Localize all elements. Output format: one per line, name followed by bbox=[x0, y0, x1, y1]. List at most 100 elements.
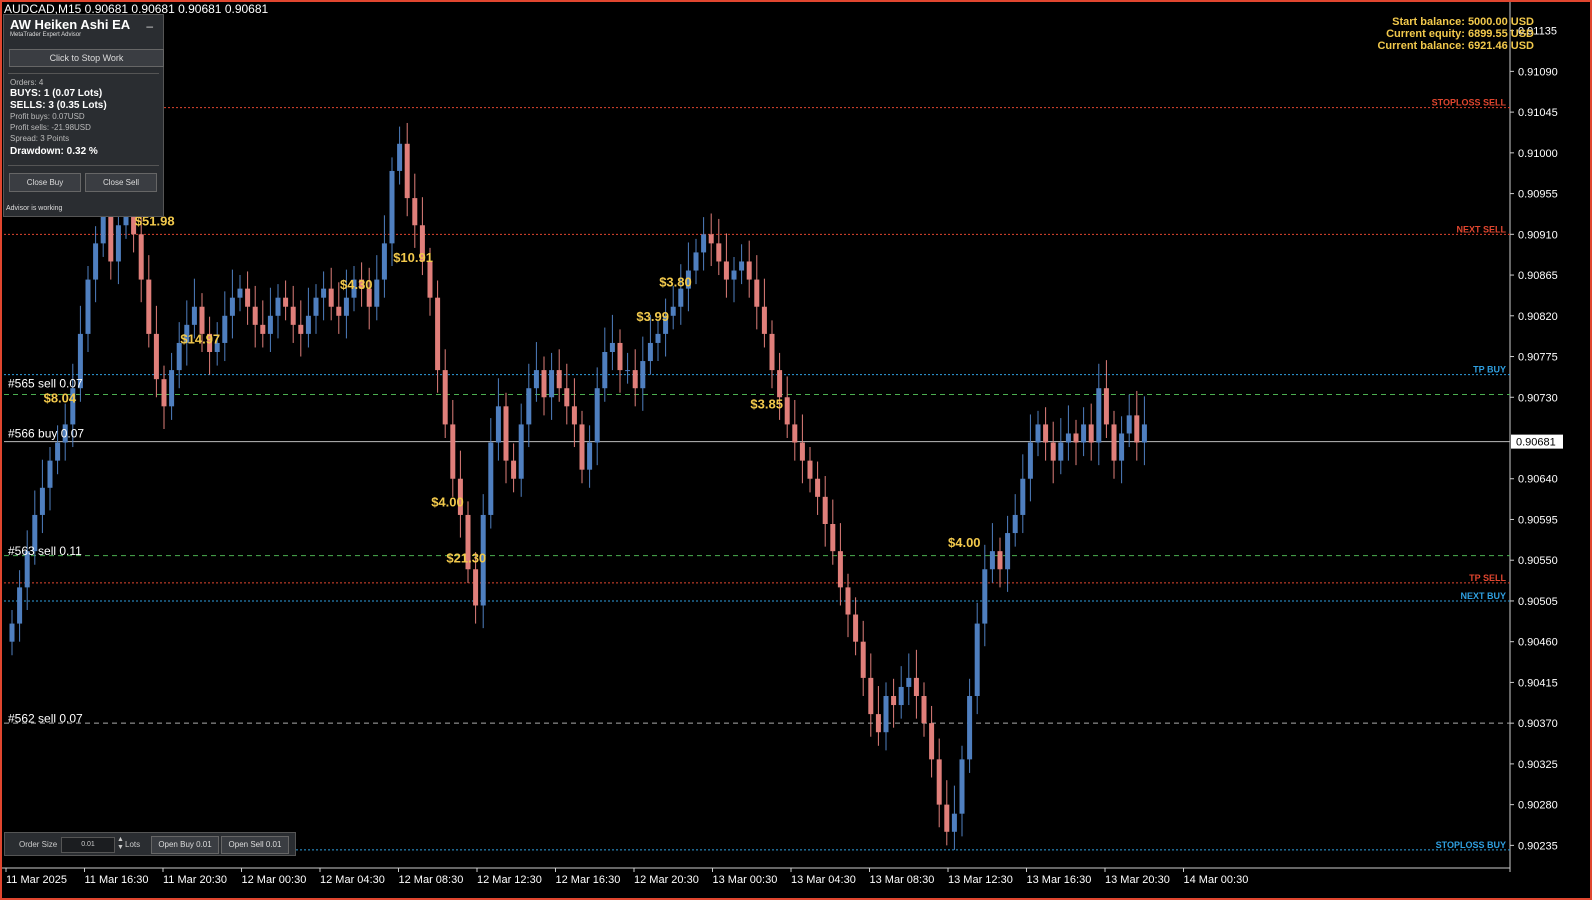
price-tick-label: 0.90640 bbox=[1518, 474, 1558, 486]
close-sell-button[interactable]: Close Sell bbox=[85, 173, 157, 192]
candle-body bbox=[1088, 424, 1094, 443]
candle-body bbox=[602, 352, 608, 389]
lots-stepper-icon[interactable]: ▲ ▼ bbox=[117, 836, 124, 852]
minimize-icon[interactable]: – bbox=[146, 19, 153, 33]
candle-body bbox=[754, 279, 760, 307]
candle-body bbox=[199, 306, 205, 334]
order-label: #565 sell 0.07 bbox=[8, 377, 83, 391]
profit-label: $4.00 bbox=[948, 535, 981, 550]
candle-body bbox=[974, 623, 980, 696]
candle-body bbox=[1141, 424, 1147, 443]
candle-body bbox=[245, 288, 251, 307]
candle-body bbox=[229, 297, 235, 316]
candle-body bbox=[533, 370, 539, 389]
candle-body bbox=[982, 569, 988, 624]
candle-body bbox=[146, 279, 152, 334]
candle-body bbox=[853, 614, 859, 642]
candle-body bbox=[845, 587, 851, 615]
candle-body bbox=[929, 723, 935, 760]
candle-body bbox=[670, 306, 676, 316]
candle-body bbox=[1119, 433, 1125, 461]
price-tick-label: 0.90325 bbox=[1518, 759, 1558, 771]
open-sell-button[interactable]: Open Sell 0.01 bbox=[221, 836, 289, 854]
candle-body bbox=[55, 442, 61, 461]
candle-body bbox=[723, 261, 729, 280]
candle-body bbox=[153, 333, 159, 380]
candle-body bbox=[587, 442, 593, 470]
candle-body bbox=[336, 306, 342, 316]
profit-buys: Profit buys: 0.07USD bbox=[10, 112, 85, 121]
candle-body bbox=[1081, 424, 1087, 443]
candle-body bbox=[397, 143, 403, 171]
candle-body bbox=[875, 714, 881, 733]
candle-body bbox=[883, 696, 889, 733]
candle-body bbox=[655, 333, 661, 343]
candle-body bbox=[891, 696, 897, 706]
divider bbox=[8, 73, 159, 74]
sells-summary: SELLS: 3 (0.35 Lots) bbox=[10, 100, 107, 111]
time-tick-label: 14 Mar 00:30 bbox=[1184, 874, 1249, 886]
candle-body bbox=[237, 288, 243, 298]
candle-body bbox=[283, 297, 289, 307]
candle-body bbox=[1005, 533, 1011, 570]
candle-body bbox=[594, 388, 600, 443]
time-tick-label: 13 Mar 04:30 bbox=[791, 874, 856, 886]
time-tick-label: 13 Mar 08:30 bbox=[870, 874, 935, 886]
order-size-input[interactable]: 0.01 bbox=[61, 837, 115, 853]
level-label: STOPLOSS SELL bbox=[1432, 98, 1507, 108]
ea-subtitle: MetaTrader Expert Advisor bbox=[10, 32, 82, 38]
time-tick-label: 12 Mar 04:30 bbox=[320, 874, 385, 886]
candle-body bbox=[526, 388, 532, 425]
candle-body bbox=[495, 406, 501, 443]
candle-body bbox=[837, 551, 843, 588]
close-buy-button[interactable]: Close Buy bbox=[9, 173, 81, 192]
profit-label: $3.99 bbox=[636, 309, 669, 324]
candle-body bbox=[868, 677, 874, 715]
candle-body bbox=[161, 379, 167, 407]
open-buy-button[interactable]: Open Buy 0.01 bbox=[151, 836, 219, 854]
price-tick-label: 0.91000 bbox=[1518, 148, 1558, 160]
candle-body bbox=[564, 388, 570, 407]
candle-body bbox=[913, 677, 919, 696]
candle-body bbox=[761, 306, 767, 334]
level-label: NEXT SELL bbox=[1456, 224, 1506, 234]
candle-body bbox=[815, 478, 821, 497]
candle-body bbox=[427, 261, 433, 298]
level-label: TP BUY bbox=[1473, 365, 1506, 375]
candle-body bbox=[739, 261, 745, 271]
candle-body bbox=[769, 333, 775, 371]
candle-body bbox=[518, 424, 524, 479]
current-equity: Current equity: 6899.55 USD bbox=[1386, 28, 1534, 40]
candle-body bbox=[777, 370, 783, 398]
candle-body bbox=[442, 370, 448, 425]
candle-body bbox=[556, 370, 562, 389]
candle-body bbox=[799, 442, 805, 461]
candle-body bbox=[625, 370, 631, 372]
stop-work-button[interactable]: Click to Stop Work bbox=[9, 49, 164, 67]
candle-body bbox=[503, 406, 509, 461]
account-stats: Start balance: 5000.00 USD Current equit… bbox=[1377, 16, 1534, 52]
level-label: STOPLOSS BUY bbox=[1436, 840, 1506, 850]
candle-body bbox=[176, 342, 182, 371]
price-tick-label: 0.90415 bbox=[1518, 677, 1558, 689]
candle-body bbox=[647, 342, 653, 362]
candle-body bbox=[716, 243, 722, 262]
candle-body bbox=[169, 370, 175, 407]
price-chart[interactable]: 0.911350.910900.910450.910000.909550.909… bbox=[2, 2, 1590, 898]
candle-body bbox=[252, 306, 258, 325]
candle-body bbox=[313, 297, 319, 316]
candle-body bbox=[488, 442, 494, 515]
profit-label: $3.85 bbox=[750, 397, 783, 412]
candle-body bbox=[321, 288, 327, 298]
orders-count: Orders: 4 bbox=[10, 78, 44, 87]
candle-body bbox=[9, 623, 15, 642]
candle-body bbox=[632, 370, 638, 389]
candle-body bbox=[222, 315, 228, 343]
candle-body bbox=[746, 261, 752, 280]
advisor-status: Advisor is working bbox=[6, 205, 63, 212]
order-label: #562 sell 0.07 bbox=[8, 712, 83, 726]
price-tick-label: 0.91045 bbox=[1518, 107, 1558, 119]
price-tick-label: 0.90865 bbox=[1518, 270, 1558, 282]
ea-title: AW Heiken Ashi EA bbox=[10, 17, 131, 32]
candle-body bbox=[435, 297, 441, 371]
